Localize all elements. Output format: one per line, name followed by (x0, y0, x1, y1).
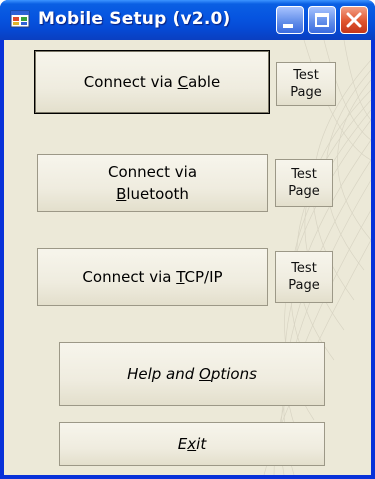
minimize-icon (283, 24, 293, 28)
connect-tcp-ip-button[interactable]: Connect via TCP/IP (37, 248, 268, 306)
connect-cable-button[interactable]: Connect via Cable (34, 50, 270, 114)
close-button[interactable] (340, 6, 368, 34)
test-page-label: Test Page (288, 261, 320, 293)
exit-label: Exit (177, 435, 207, 453)
connect-bluetooth-button[interactable]: Connect via Bluetooth (37, 154, 268, 212)
test-page-label: Test Page (290, 68, 322, 100)
minimize-button[interactable] (276, 6, 304, 34)
window-title: Mobile Setup (v2.0) (38, 9, 231, 29)
connect-bluetooth-label: Connect via Bluetooth (107, 163, 198, 203)
test-page-button-cable[interactable]: Test Page (276, 62, 336, 106)
connect-tcp-ip-label: Connect via TCP/IP (82, 268, 223, 286)
maximize-button[interactable] (308, 6, 336, 34)
test-page-label: Test Page (288, 167, 320, 199)
maximize-icon (315, 13, 329, 27)
connect-cable-label: Connect via Cable (83, 73, 221, 91)
close-icon (346, 12, 362, 28)
help-options-label: Help and Options (127, 365, 257, 383)
exit-button[interactable]: Exit (59, 422, 325, 466)
client-area: Connect via Cable Test Page Connect via Bl… (4, 40, 371, 475)
app-window: Mobile Setup (v2.0) Connect via Cable Te… (0, 0, 375, 479)
test-page-button-tcp-ip[interactable]: Test Page (275, 251, 333, 303)
window-border (371, 40, 375, 479)
help-options-button[interactable]: Help and Options (59, 342, 325, 406)
test-page-button-bluetooth[interactable]: Test Page (275, 159, 333, 207)
application-icon (10, 10, 30, 28)
title-bar[interactable]: Mobile Setup (v2.0) (0, 0, 375, 40)
